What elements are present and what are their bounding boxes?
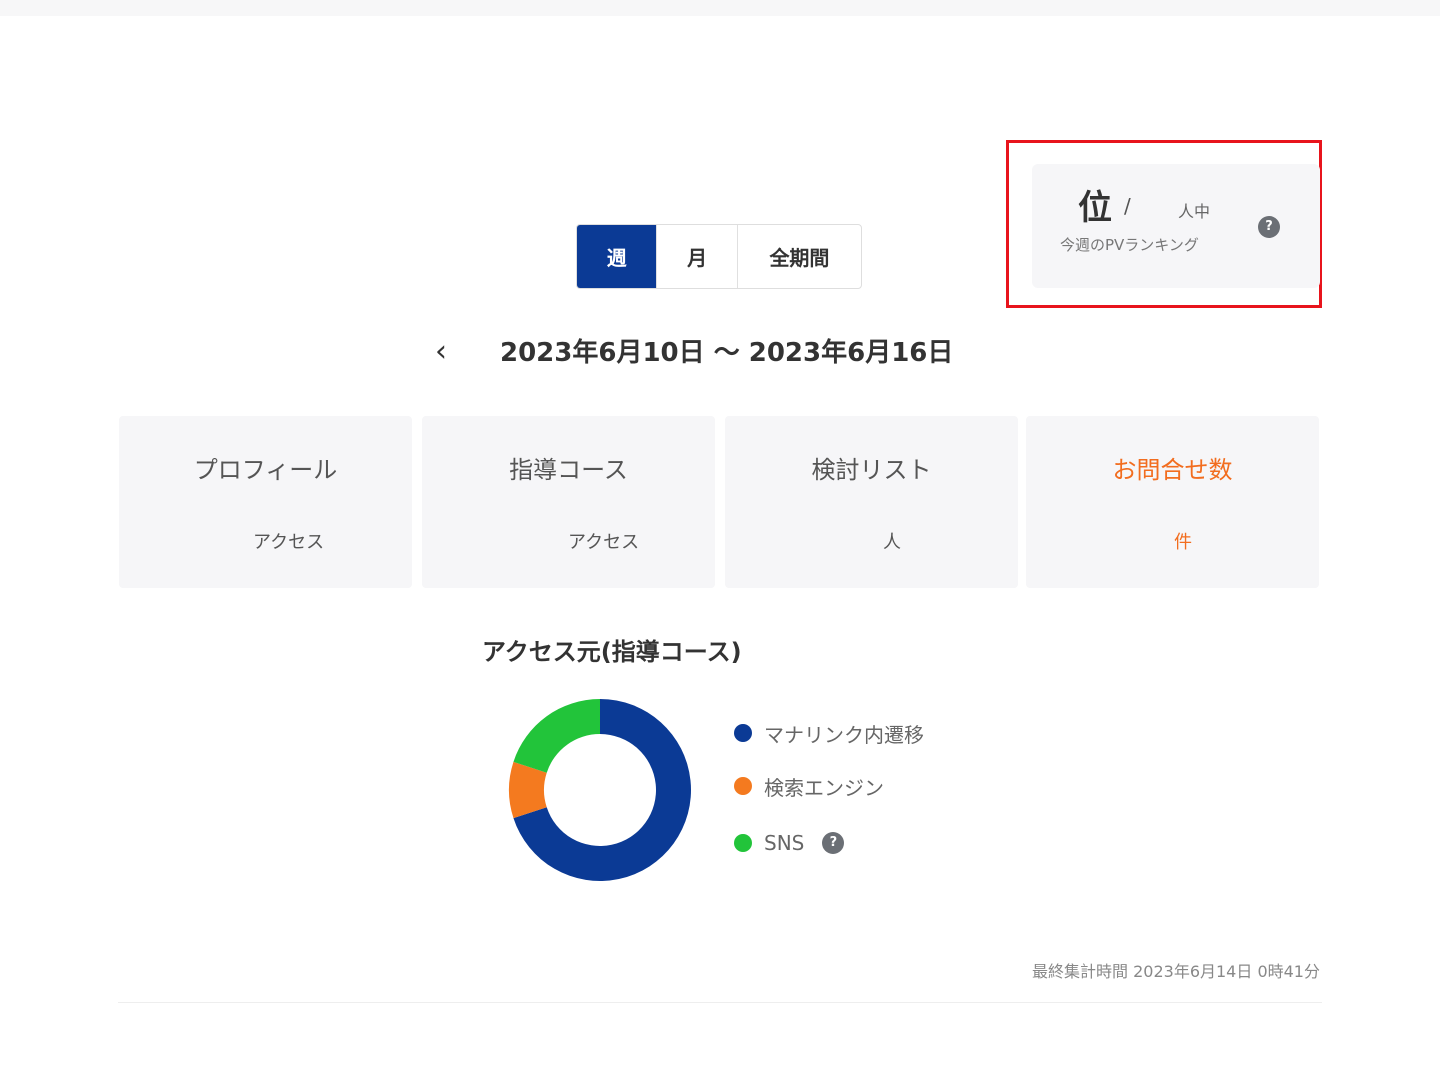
top-bar [0, 0, 1440, 16]
ranking-card: 位 / 人中 今週のPVランキング ? [1032, 164, 1320, 288]
legend-label: SNS [764, 831, 805, 855]
ranking-title: 今週のPVランキング [1060, 236, 1199, 254]
last-updated-text: 最終集計時間 2023年6月14日 0時41分 [1032, 962, 1320, 981]
donut-chart-svg [509, 699, 691, 881]
access-source-title: アクセス元(指導コース) [482, 638, 742, 666]
legend-dot-search [734, 777, 752, 795]
stat-unit: 件 [1174, 532, 1192, 553]
legend-label: 検索エンジン [764, 775, 884, 800]
ranking-help-icon[interactable]: ? [1258, 216, 1280, 238]
stat-card-course: 指導コース アクセス [422, 416, 715, 588]
stat-card-inquiries: お問合せ数 件 [1026, 416, 1319, 588]
stat-unit: アクセス [253, 532, 325, 553]
sns-help-icon[interactable]: ? [822, 832, 845, 854]
tab-week[interactable]: 週 [577, 225, 657, 288]
stat-title: お問合せ数 [1112, 456, 1233, 484]
tab-month[interactable]: 月 [656, 225, 738, 288]
access-source-donut [508, 698, 692, 882]
donut-slice-sns [513, 699, 600, 773]
previous-period-button[interactable]: ‹ [424, 332, 458, 372]
ranking-value: 位 [1078, 188, 1112, 228]
stat-title: プロフィール [193, 456, 338, 484]
bottom-divider [118, 1002, 1322, 1003]
legend-dot-sns [734, 834, 752, 852]
stat-card-shortlist: 検討リスト 人 [725, 416, 1018, 588]
dashboard-page: 位 / 人中 今週のPVランキング ? 週 月 全期間 ‹ 2023年6月10日… [0, 0, 1440, 1074]
stat-unit: 人 [883, 532, 901, 553]
legend-label: マナリンク内遷移 [764, 722, 924, 747]
legend-item-sns: SNS ? [734, 830, 845, 856]
ranking-separator: / [1124, 194, 1131, 218]
ranking-total-unit: 人中 [1178, 202, 1211, 221]
stat-title: 検討リスト [811, 456, 932, 484]
stat-card-profile: プロフィール アクセス [119, 416, 412, 588]
period-toggle: 週 月 全期間 [576, 224, 862, 289]
legend-item-internal: マナリンク内遷移 [734, 720, 924, 747]
legend-item-search: 検索エンジン [734, 773, 884, 800]
tab-all-time[interactable]: 全期間 [738, 225, 861, 288]
stat-unit: アクセス [568, 532, 640, 553]
legend-dot-internal [734, 724, 752, 742]
date-range: 2023年6月10日 ～ 2023年6月16日 [500, 338, 954, 368]
stat-title: 指導コース [509, 456, 628, 484]
